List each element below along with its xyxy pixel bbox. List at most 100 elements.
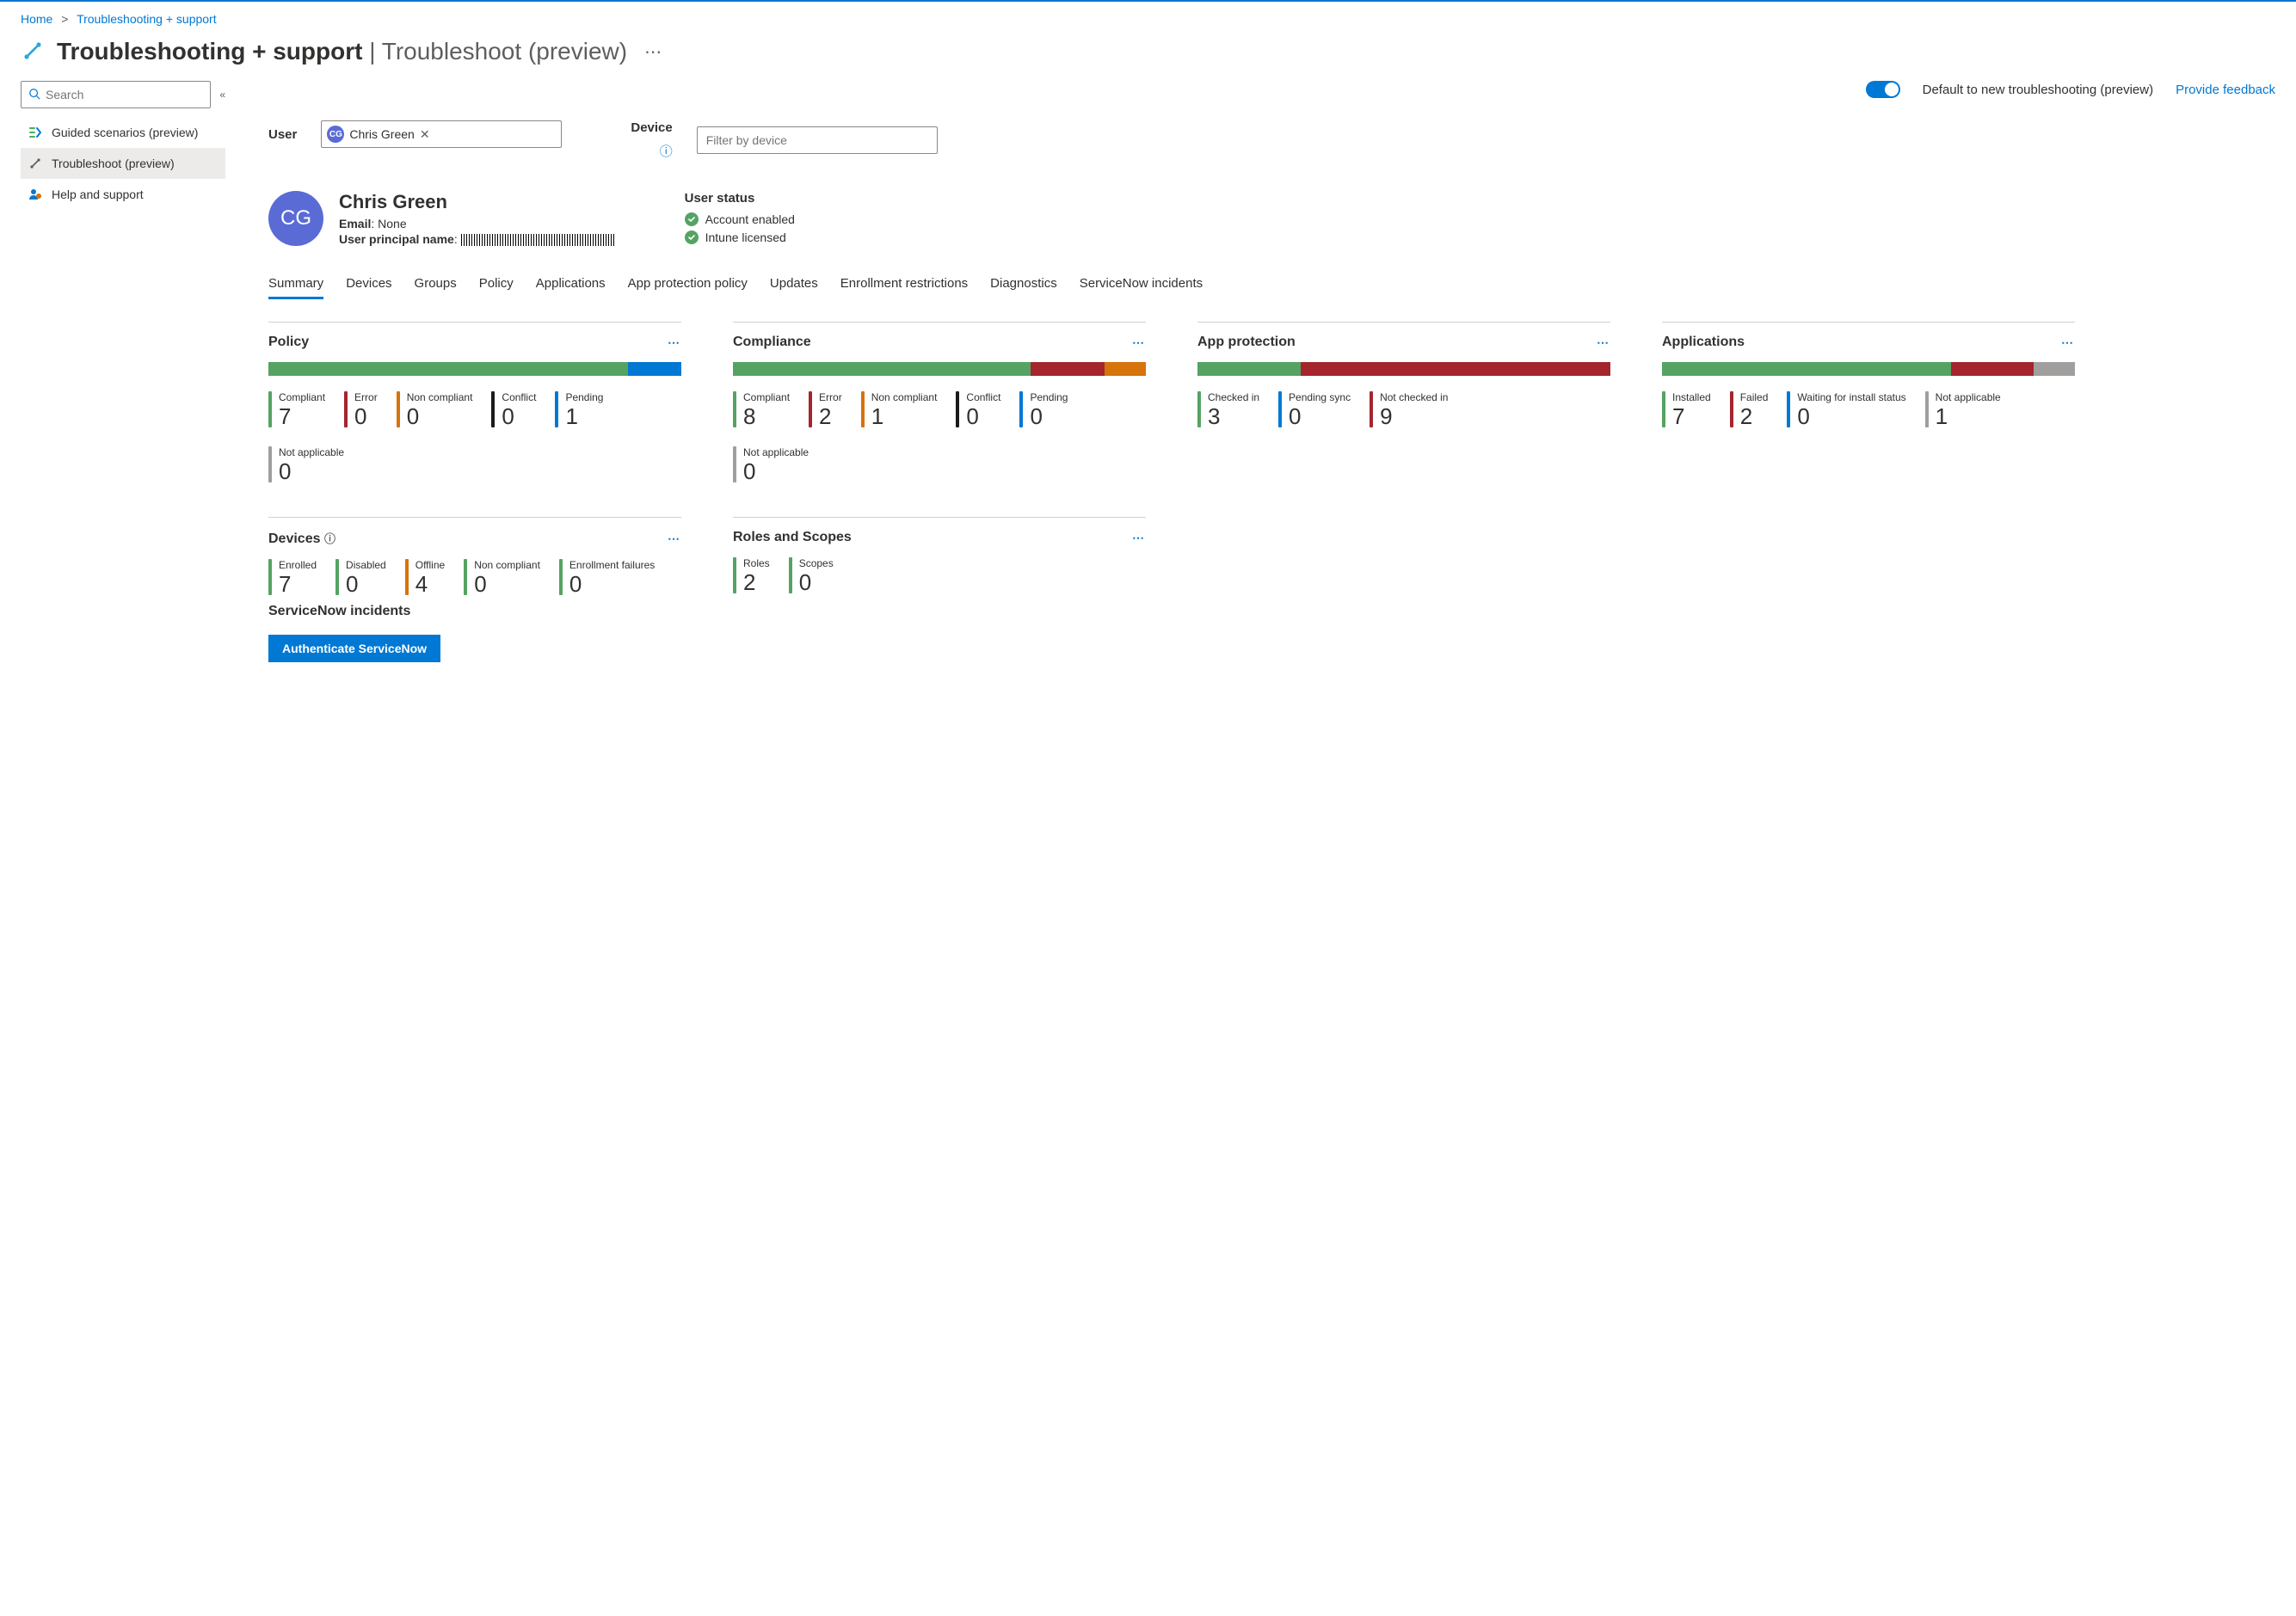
bar-segment (2034, 362, 2075, 376)
metric-tick (397, 391, 400, 427)
metric-tick (733, 557, 736, 593)
card-bar (1197, 362, 1610, 376)
sidebar-item-help[interactable]: Help and support (21, 179, 225, 210)
tab-summary[interactable]: Summary (268, 271, 323, 299)
tab-app-protection-policy[interactable]: App protection policy (628, 271, 748, 299)
more-icon[interactable]: ⋯ (639, 41, 667, 63)
metric-label: Checked in (1208, 391, 1259, 403)
title-sub: Troubleshoot (preview) (382, 38, 627, 65)
card-menu-icon[interactable]: ⋯ (1132, 531, 1146, 545)
tab-servicenow-incidents[interactable]: ServiceNow incidents (1080, 271, 1203, 299)
default-troubleshoot-toggle[interactable] (1866, 81, 1900, 98)
metric-tick (405, 559, 409, 595)
upn-label: User principal name (339, 232, 454, 246)
card-title: Applications (1662, 335, 1745, 350)
metric-item: Waiting for install status0 (1787, 391, 1905, 427)
provide-feedback-link[interactable]: Provide feedback (2176, 83, 2275, 97)
tab-diagnostics[interactable]: Diagnostics (990, 271, 1057, 299)
toggle-label: Default to new troubleshooting (preview) (1923, 83, 2153, 97)
bar-segment (1662, 362, 1951, 376)
upn-value-redacted (461, 234, 616, 246)
sidebar-item-label: Troubleshoot (preview) (52, 157, 175, 170)
tab-enrollment-restrictions[interactable]: Enrollment restrictions (840, 271, 968, 299)
card-items: Compliant8Error2Non compliant1Conflict0P… (733, 391, 1146, 482)
metric-tick (733, 391, 736, 427)
metric-item: Disabled0 (335, 559, 386, 595)
metric-tick (1278, 391, 1282, 427)
tab-applications[interactable]: Applications (536, 271, 606, 299)
metric-item: Not applicable0 (268, 446, 344, 482)
tab-groups[interactable]: Groups (415, 271, 457, 299)
metric-label: Installed (1672, 391, 1711, 403)
sidebar-item-guided[interactable]: Guided scenarios (preview) (21, 117, 225, 148)
sidebar-search-input[interactable] (46, 88, 203, 101)
support-icon (28, 187, 43, 202)
metric-value: 0 (966, 405, 1000, 427)
metric-tick (268, 559, 272, 595)
metric-label: Conflict (966, 391, 1000, 403)
metric-value: 7 (279, 573, 317, 595)
metric-item: Enrollment failures0 (559, 559, 655, 595)
avatar: CG (268, 191, 323, 246)
sidebar-item-label: Guided scenarios (preview) (52, 126, 198, 139)
card-compliance: Compliance⋯ Compliant8Error2Non complian… (733, 322, 1146, 482)
info-icon[interactable]: ⓘ (324, 532, 335, 545)
info-icon[interactable]: ⓘ (660, 142, 673, 160)
metric-item: Not applicable0 (733, 446, 809, 482)
metric-item: Pending1 (555, 391, 603, 427)
metric-label: Compliant (743, 391, 790, 403)
bar-segment (628, 362, 681, 376)
email-label: Email (339, 217, 371, 230)
metric-tick (1370, 391, 1373, 427)
metric-tick (861, 391, 865, 427)
metric-value: 0 (354, 405, 378, 427)
metric-value: 4 (415, 573, 445, 595)
bar-segment (1031, 362, 1105, 376)
page-title: Troubleshooting + support | Troubleshoot… (21, 38, 2275, 65)
status-label: Intune licensed (705, 230, 786, 244)
metric-value: 0 (407, 405, 473, 427)
metric-tick (1197, 391, 1201, 427)
card-items: Installed7Failed2Waiting for install sta… (1662, 391, 2075, 427)
metric-label: Error (819, 391, 842, 403)
sidebar-item-troubleshoot[interactable]: Troubleshoot (preview) (21, 148, 225, 179)
close-icon[interactable]: ✕ (420, 127, 430, 142)
metric-value: 7 (279, 405, 325, 427)
metric-tick (1662, 391, 1665, 427)
metric-item: Non compliant0 (464, 559, 540, 595)
card-app-protection: App protection⋯ Checked in3Pending sync0… (1197, 322, 1610, 482)
metric-value: 0 (346, 573, 386, 595)
card-menu-icon[interactable]: ⋯ (2061, 335, 2075, 350)
tab-policy[interactable]: Policy (479, 271, 514, 299)
card-menu-icon[interactable]: ⋯ (668, 335, 681, 350)
metric-tick (956, 391, 959, 427)
metric-value: 3 (1208, 405, 1259, 427)
metric-tick (1787, 391, 1790, 427)
card-menu-icon[interactable]: ⋯ (668, 531, 681, 546)
device-filter-input[interactable] (697, 126, 938, 154)
metric-item: Enrolled7 (268, 559, 317, 595)
card-menu-icon[interactable]: ⋯ (1132, 335, 1146, 350)
metric-tick (464, 559, 467, 595)
authenticate-servicenow-button[interactable]: Authenticate ServiceNow (268, 635, 440, 662)
bar-segment (1951, 362, 2034, 376)
title-main: Troubleshooting + support (57, 38, 362, 65)
sidebar-search[interactable] (21, 81, 211, 108)
breadcrumb-home[interactable]: Home (21, 12, 52, 26)
tab-updates[interactable]: Updates (770, 271, 818, 299)
user-filter-input[interactable]: CG Chris Green ✕ (321, 120, 562, 148)
metric-item: Compliant7 (268, 391, 325, 427)
wrench-icon (28, 156, 43, 171)
tab-devices[interactable]: Devices (346, 271, 391, 299)
bar-segment (268, 362, 628, 376)
collapse-icon[interactable]: « (219, 89, 225, 101)
check-icon (685, 212, 699, 226)
breadcrumb: Home > Troubleshooting + support (21, 10, 2275, 33)
metric-label: Conflict (502, 391, 536, 403)
metric-value: 7 (1672, 405, 1711, 427)
card-menu-icon[interactable]: ⋯ (1597, 335, 1610, 350)
metric-label: Not checked in (1380, 391, 1448, 403)
metric-value: 0 (1797, 405, 1905, 427)
card-roles-scopes: Roles and Scopes⋯ Roles2Scopes0 (733, 517, 1146, 595)
metric-item: Offline4 (405, 559, 445, 595)
